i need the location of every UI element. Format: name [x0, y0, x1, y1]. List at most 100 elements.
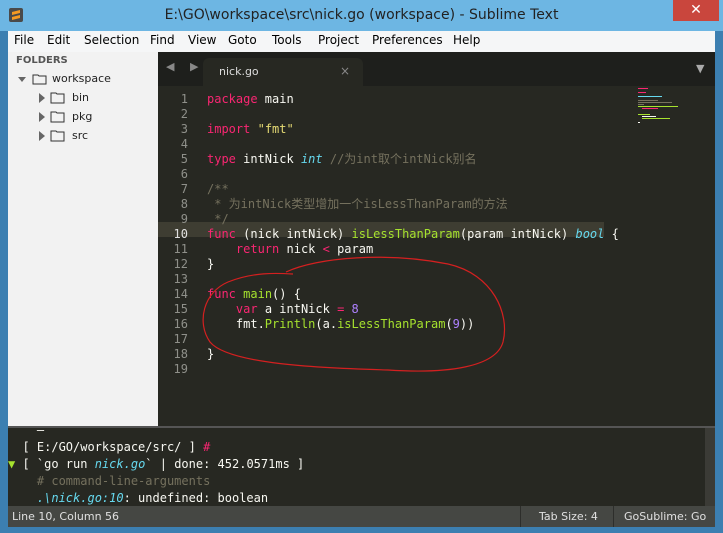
code-token: isLessThanParam: [337, 317, 446, 331]
code-token: int: [300, 152, 323, 166]
sidebar-item-label: src: [72, 129, 89, 142]
minimap[interactable]: [638, 86, 698, 146]
vertical-scrollbar[interactable]: [704, 86, 715, 426]
line-number: 6: [180, 167, 188, 181]
folder-open-icon: [32, 74, 47, 85]
code-token: package: [207, 92, 258, 106]
code-token: main: [257, 92, 294, 106]
menu-help[interactable]: Help: [453, 33, 480, 47]
tab-bar: ◀ ▶ nick.go × ▼: [158, 52, 715, 86]
line-number: 11: [173, 242, 188, 256]
line-number: 5: [180, 152, 188, 166]
output-console: — [ E:/GO/workspace/src/ ] # ▼ [ `go run …: [8, 426, 715, 508]
console-token: [8, 474, 37, 488]
collapsed-arrow-icon[interactable]: [36, 127, 48, 145]
code-token: )): [459, 317, 475, 331]
console-token: [ `go run: [15, 457, 95, 471]
sidebar-item-src[interactable]: src: [16, 127, 156, 145]
code-token: (a.: [315, 317, 338, 331]
code-token: func: [207, 287, 236, 301]
line-number: 4: [180, 137, 188, 151]
line-number: 1: [180, 92, 188, 106]
code-line[interactable]: func (nick intNick) isLessThanParam(para…: [207, 227, 619, 242]
tab-close-icon[interactable]: ×: [340, 64, 350, 78]
console-scrollbar[interactable]: [705, 428, 715, 508]
menu-edit[interactable]: Edit: [47, 33, 70, 47]
code-line[interactable]: type intNick int //为int取个intNick别名: [207, 152, 477, 167]
code-token: }: [207, 257, 215, 271]
close-window-button[interactable]: ✕: [673, 0, 719, 21]
status-divider: [613, 506, 614, 527]
tab-menu-icon[interactable]: ▼: [696, 62, 704, 75]
code-line[interactable]: */: [207, 212, 228, 227]
menu-file[interactable]: File: [14, 33, 34, 47]
sidebar-item-label: workspace: [52, 72, 111, 85]
code-token: "fmt": [257, 122, 294, 136]
menu-selection[interactable]: Selection: [84, 33, 139, 47]
code-line[interactable]: return nick < param: [207, 242, 373, 257]
code-token: param: [329, 242, 374, 256]
code-line[interactable]: package main: [207, 92, 294, 107]
code-token: var: [235, 302, 258, 316]
line-number: 8: [180, 197, 188, 211]
code-line[interactable]: }: [207, 347, 214, 362]
console-token: .\nick.go:10: [36, 491, 124, 505]
tab-nav-arrows-icon[interactable]: ◀ ▶: [166, 60, 204, 73]
menu-project[interactable]: Project: [318, 33, 359, 47]
line-number: 15: [173, 302, 188, 316]
line-number: 10: [173, 227, 188, 241]
code-area[interactable]: package main import "fmt" type intNick int…: [207, 86, 647, 426]
collapsed-arrow-icon[interactable]: [36, 108, 48, 126]
menu-find[interactable]: Find: [150, 33, 175, 47]
menu-goto[interactable]: Goto: [228, 33, 257, 47]
menu-view[interactable]: View: [188, 33, 216, 47]
code-token: <: [322, 242, 330, 256]
code-token: main: [243, 287, 273, 301]
menu-preferences[interactable]: Preferences: [372, 33, 443, 47]
menu-bar: File Edit Selection Find View Goto Tools…: [8, 31, 715, 52]
code-token: /**: [207, 182, 229, 196]
code-token: {: [604, 227, 619, 241]
code-line[interactable]: func main() {: [207, 287, 301, 302]
folder-icon: [50, 111, 65, 123]
line-number-gutter: 1 2 3 4 5 6 7 8 9 10 11 12 13 14 15 16 17 18 19: [158, 86, 196, 426]
console-token: [8, 428, 37, 437]
code-token: () {: [272, 287, 301, 301]
code-line[interactable]: }: [207, 257, 214, 272]
editor-pane: ◀ ▶ nick.go × ▼ 1 2 3 4 5 6 7 8 9 10 11 12 13 14 15 16 1…: [158, 52, 715, 426]
line-number: 3: [180, 122, 188, 136]
collapsed-arrow-icon[interactable]: [36, 89, 48, 107]
console-line: # command-line-arguments: [8, 473, 210, 490]
tab-size-selector[interactable]: Tab Size: 4: [539, 510, 598, 523]
code-token: 8: [351, 302, 359, 316]
code-token: * 为intNick类型增加一个isLessThanParam的方法: [207, 197, 508, 211]
console-token: [ E:/GO/workspace/src/ ]: [8, 440, 204, 454]
code-line[interactable]: /**: [207, 182, 229, 197]
code-line[interactable]: fmt.Println(a.isLessThanParam(9)): [207, 317, 474, 332]
line-number: 19: [173, 362, 188, 376]
code-token: a intNick: [257, 302, 338, 316]
line-number: 9: [180, 212, 188, 226]
sidebar-item-workspace[interactable]: workspace: [16, 70, 156, 88]
line-number: 18: [173, 347, 188, 361]
console-line: [ E:/GO/workspace/src/ ] #: [8, 439, 210, 456]
code-token: fmt.: [207, 317, 265, 331]
code-token: intNick: [235, 152, 301, 166]
syntax-selector[interactable]: GoSublime: Go: [624, 510, 706, 523]
code-token: isLessThanParam: [351, 227, 460, 241]
sidebar-item-pkg[interactable]: pkg: [16, 108, 156, 126]
sidebar-item-bin[interactable]: bin: [16, 89, 156, 107]
code-line[interactable]: import "fmt": [207, 122, 294, 137]
code-line[interactable]: var a intNick = 8: [207, 302, 359, 317]
tab-nick-go[interactable]: nick.go ×: [203, 58, 363, 86]
folders-header: FOLDERS: [16, 55, 68, 66]
code-token: nick: [279, 242, 323, 256]
menu-tools[interactable]: Tools: [272, 33, 302, 47]
line-number: 12: [173, 257, 188, 271]
expanded-arrow-icon[interactable]: [16, 70, 28, 88]
code-line[interactable]: * 为intNick类型增加一个isLessThanParam的方法: [207, 197, 508, 212]
